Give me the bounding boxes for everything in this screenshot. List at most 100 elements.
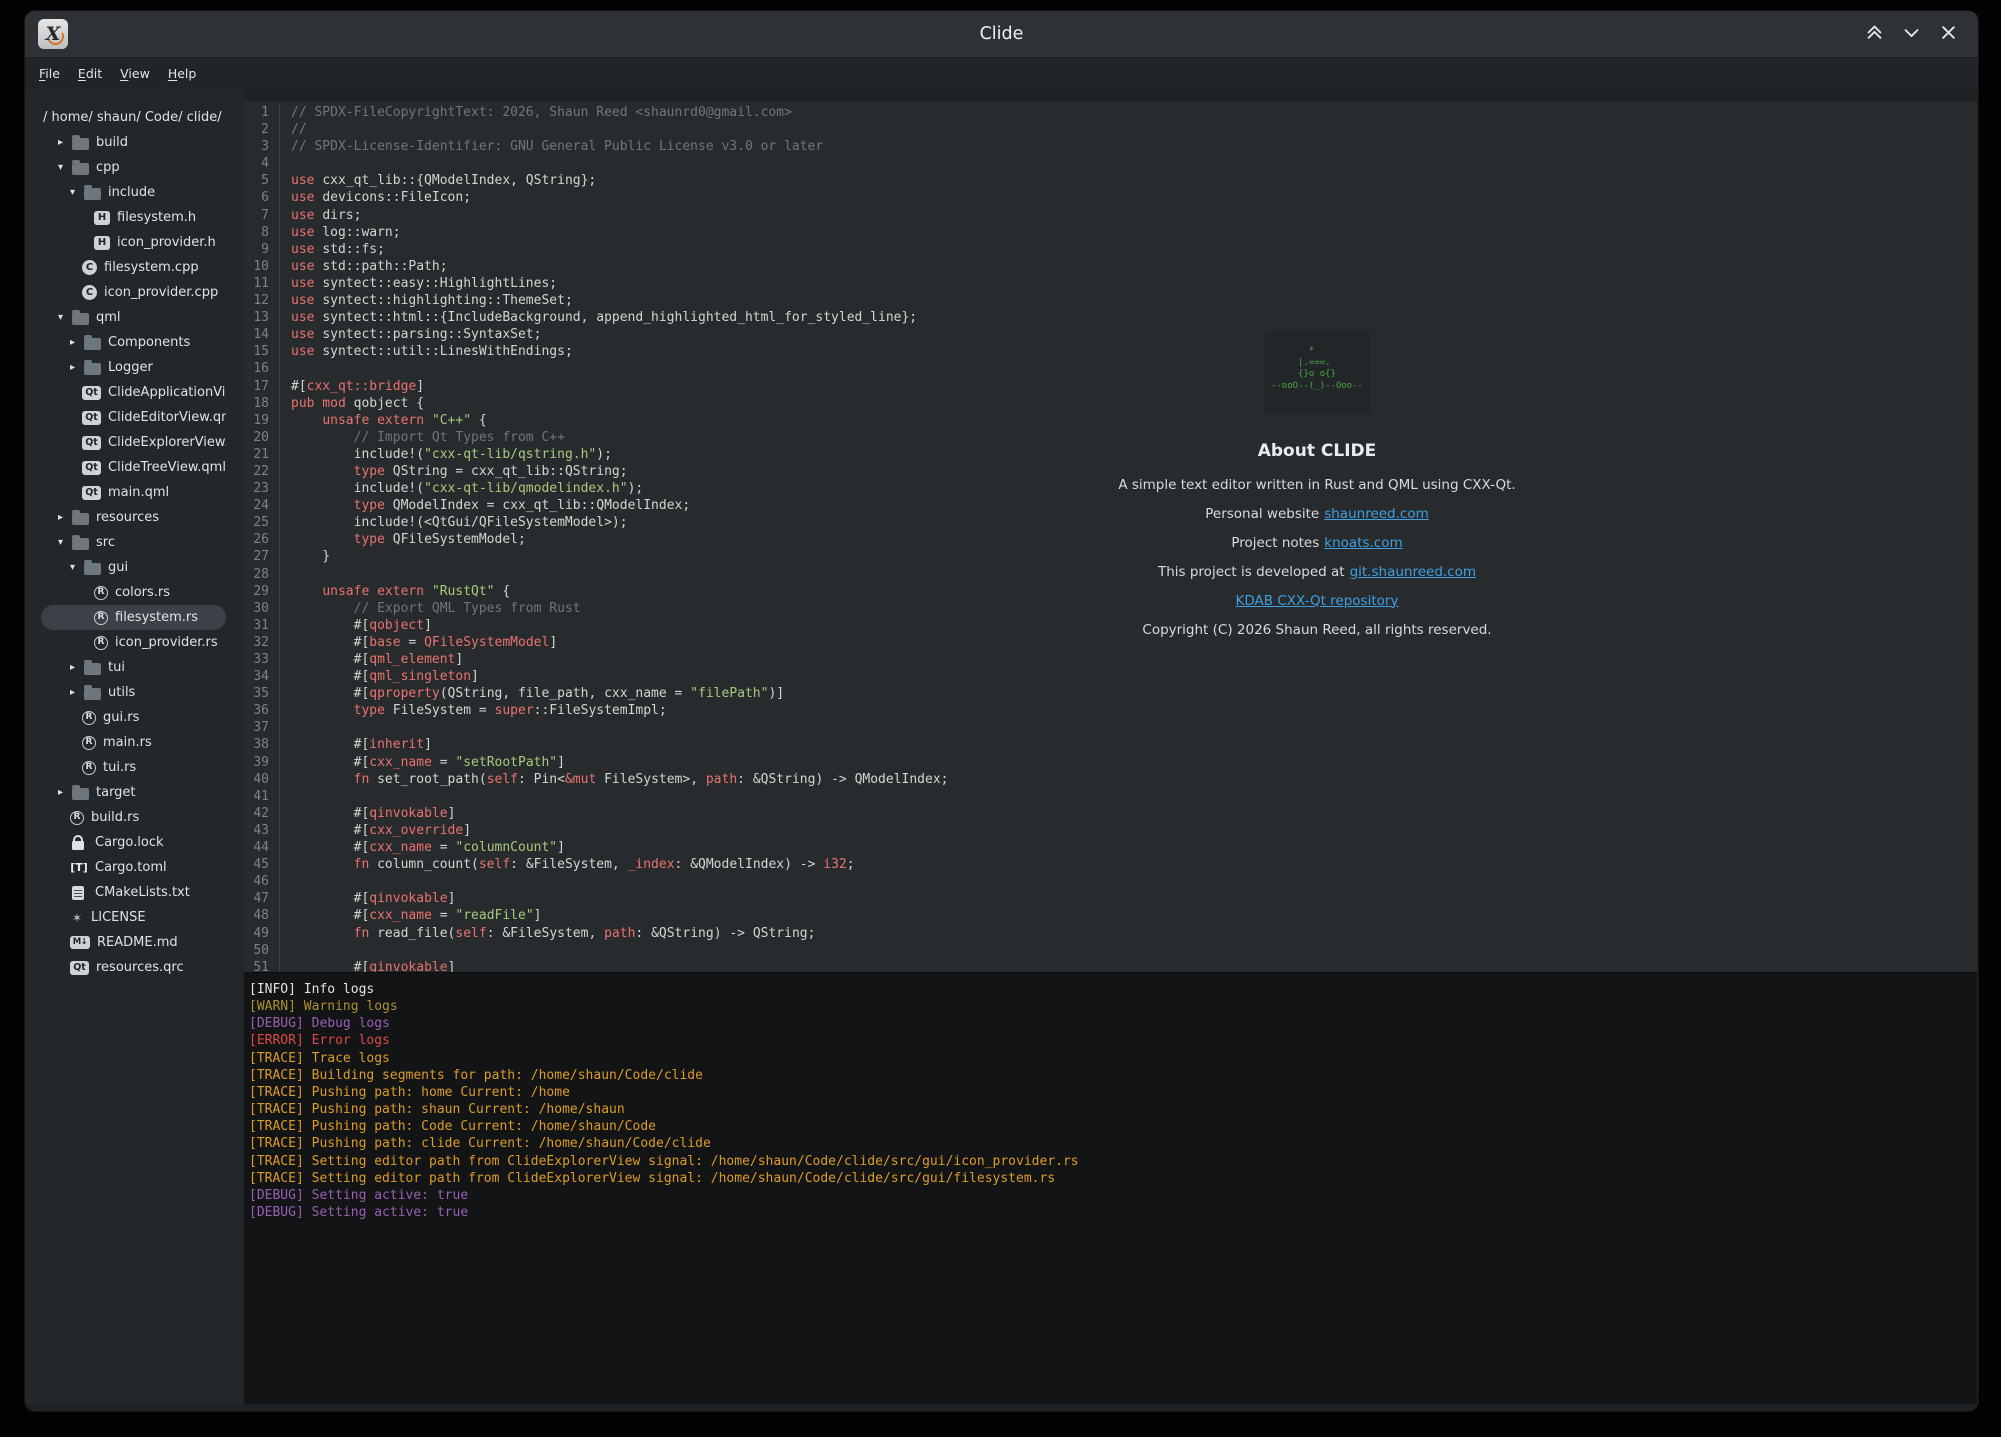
tree-item-include[interactable]: ▾include	[41, 180, 226, 205]
tree-item-qml[interactable]: ▾qml	[41, 305, 226, 330]
line-number: 10	[244, 258, 280, 275]
line-number: 44	[244, 839, 280, 856]
log-line-trace: [TRACE] Pushing path: home Current: /hom…	[249, 1084, 1977, 1101]
about-row: KDAB CXX-Qt repository	[1037, 586, 1597, 615]
tree-item-tui[interactable]: ▸tui	[41, 655, 226, 680]
code-line-8: 8use log::warn;	[244, 224, 1977, 241]
menu-item-edit[interactable]: Edit	[69, 63, 111, 84]
expand-arrow-icon[interactable]: ▸	[58, 788, 72, 798]
tree-item-Logger[interactable]: ▸Logger	[41, 355, 226, 380]
tree-item-filesystem.rs[interactable]: Rfilesystem.rs	[41, 605, 226, 630]
tree-label: Cargo.toml	[95, 860, 167, 875]
code-line-45: 45 fn column_count(self: &FileSystem, _i…	[244, 856, 1977, 873]
tree-root-path[interactable]: / home/ shaun/ Code/ clide/	[41, 105, 226, 130]
code-line-49: 49 fn read_file(self: &FileSystem, path:…	[244, 925, 1977, 942]
tree-item-Components[interactable]: ▸Components	[41, 330, 226, 355]
menu-item-help[interactable]: Help	[159, 63, 206, 84]
expand-arrow-icon[interactable]: ▸	[58, 513, 72, 523]
tree-item-README.md[interactable]: M↓README.md	[41, 930, 226, 955]
tree-label: cpp	[96, 160, 120, 175]
tree-item-cpp[interactable]: ▾ cpp	[41, 155, 226, 180]
about-link[interactable]: git.shaunreed.com	[1350, 564, 1476, 580]
tree-item-resources.qrc[interactable]: Qtresources.qrc	[41, 955, 226, 980]
collapse-arrow-icon[interactable]: ▾	[70, 188, 84, 198]
tree-item-icon_provider.rs[interactable]: Ricon_provider.rs	[41, 630, 226, 655]
collapse-arrow-icon[interactable]: ▾	[58, 538, 72, 548]
tree-item-Cargo.lock[interactable]: Cargo.lock	[41, 830, 226, 855]
expand-arrow-icon[interactable]: ▸	[70, 363, 84, 373]
tree-item-gui[interactable]: ▾gui	[41, 555, 226, 580]
tree-item-utils[interactable]: ▸utils	[41, 680, 226, 705]
tree-item-target[interactable]: ▸ target	[41, 780, 226, 805]
folder-icon	[72, 513, 89, 525]
line-number: 15	[244, 343, 280, 360]
close-window-button[interactable]	[1938, 24, 1958, 44]
tree-item-main.qml[interactable]: Qtmain.qml	[41, 480, 226, 505]
tree-item-build.rs[interactable]: Rbuild.rs	[41, 805, 226, 830]
tree-item-LICENSE[interactable]: ✶ LICENSE	[41, 905, 226, 930]
collapse-arrow-icon[interactable]: ▾	[58, 313, 72, 323]
tree-label: LICENSE	[91, 910, 146, 925]
file-tree: / home/ shaun/ Code/ clide/▸build ▾ cpp ▾in…	[25, 105, 244, 980]
tree-item-resources[interactable]: ▸resources	[41, 505, 226, 530]
title-bar[interactable]: Clide	[25, 11, 1978, 58]
menu-item-file[interactable]: File	[30, 63, 69, 84]
about-link[interactable]: shaunreed.com	[1324, 506, 1429, 522]
tree-item-ClideEditorView.qml[interactable]: QtClideEditorView.qml	[41, 405, 226, 430]
tree-item-filesystem.h[interactable]: Hfilesystem.h	[41, 205, 226, 230]
tree-label: ClideExplorerView.qml	[108, 435, 226, 450]
about-text: Personal website	[1205, 506, 1319, 522]
about-text: A simple text editor written in Rust and…	[1118, 477, 1515, 493]
tree-label: target	[96, 785, 136, 800]
line-number: 25	[244, 514, 280, 531]
code-line-47: 47 #[qinvokable]	[244, 890, 1977, 907]
line-number: 30	[244, 600, 280, 617]
line-number: 7	[244, 207, 280, 224]
about-row: A simple text editor written in Rust and…	[1037, 470, 1597, 499]
folder-icon	[72, 138, 89, 150]
tree-item-build[interactable]: ▸build	[41, 130, 226, 155]
tree-item-src[interactable]: ▾src	[41, 530, 226, 555]
tree-item-Cargo.toml[interactable]: [T]Cargo.toml	[41, 855, 226, 880]
code-line-11: 11use syntect::easy::HighlightLines;	[244, 275, 1977, 292]
about-link[interactable]: knoats.com	[1324, 535, 1402, 551]
txt-file-icon	[72, 886, 84, 900]
menu-item-view[interactable]: View	[111, 63, 159, 84]
tree-item-main.rs[interactable]: Rmain.rs	[41, 730, 226, 755]
collapse-arrow-icon[interactable]: ▾	[58, 163, 72, 173]
about-link[interactable]: KDAB CXX-Qt repository	[1236, 593, 1399, 609]
tree-label: ClideEditorView.qml	[108, 410, 226, 425]
tree-item-gui.rs[interactable]: Rgui.rs	[41, 705, 226, 730]
rs-file-icon: R	[94, 636, 108, 650]
tree-item-filesystem.cpp[interactable]: Cfilesystem.cpp	[41, 255, 226, 280]
md-file-icon: M↓	[70, 936, 90, 949]
about-text: Copyright (C) 2026 Shaun Reed, all right…	[1142, 622, 1491, 638]
star-file-icon: ✶	[70, 912, 84, 924]
shade-window-button[interactable]	[1864, 24, 1884, 44]
h-file-icon: H	[94, 236, 110, 250]
expand-arrow-icon[interactable]: ▸	[70, 338, 84, 348]
tree-item-CMakeLists.txt[interactable]: CMakeLists.txt	[41, 880, 226, 905]
tree-item-tui.rs[interactable]: Rtui.rs	[41, 755, 226, 780]
expand-arrow-icon[interactable]: ▸	[70, 688, 84, 698]
line-number: 35	[244, 685, 280, 702]
collapse-arrow-icon[interactable]: ▾	[70, 563, 84, 573]
line-number: 2	[244, 121, 280, 138]
expand-arrow-icon[interactable]: ▸	[58, 138, 72, 148]
log-console[interactable]: [INFO] Info logs[WARN] Warning logs[DEBU…	[244, 972, 1977, 1404]
file-explorer-sidebar[interactable]: / home/ shaun/ Code/ clide/▸build ▾ cpp ▾in…	[25, 89, 244, 1404]
tree-item-icon_provider.cpp[interactable]: Cicon_provider.cpp	[41, 280, 226, 305]
tree-item-ClideApplicationView.qml[interactable]: QtClideApplicationView.qml	[41, 380, 226, 405]
tree-item-icon_provider.h[interactable]: Hicon_provider.h	[41, 230, 226, 255]
c-file-icon: C	[82, 260, 97, 275]
line-number: 46	[244, 873, 280, 890]
code-editor[interactable]: 1// SPDX-FileCopyrightText: 2026, Shaun …	[244, 101, 1977, 972]
expand-arrow-icon[interactable]: ▸	[70, 663, 84, 673]
tree-item-ClideExplorerView.qml[interactable]: QtClideExplorerView.qml	[41, 430, 226, 455]
tree-item-ClideTreeView.qml[interactable]: QtClideTreeView.qml	[41, 455, 226, 480]
rs-file-icon: R	[82, 761, 96, 775]
minimize-window-button[interactable]	[1901, 24, 1921, 44]
code-line-1: 1// SPDX-FileCopyrightText: 2026, Shaun …	[244, 104, 1977, 121]
line-number: 27	[244, 548, 280, 565]
tree-item-colors.rs[interactable]: Rcolors.rs	[41, 580, 226, 605]
